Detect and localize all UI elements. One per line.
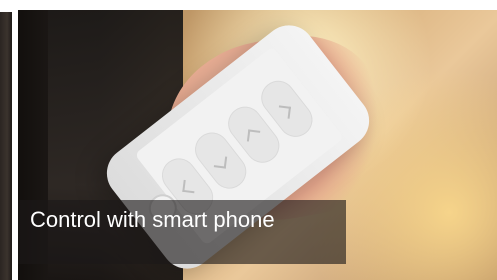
- caption-box: Control with smart phone: [18, 200, 346, 264]
- chevron-left-icon: [246, 129, 261, 143]
- chevron-up-icon: [277, 105, 292, 119]
- frame: Control with smart phone: [0, 0, 497, 280]
- chevron-down-icon: [182, 179, 196, 194]
- chevron-right-icon: [213, 155, 228, 169]
- left-strip: [0, 12, 12, 280]
- caption-text: Control with smart phone: [30, 207, 275, 232]
